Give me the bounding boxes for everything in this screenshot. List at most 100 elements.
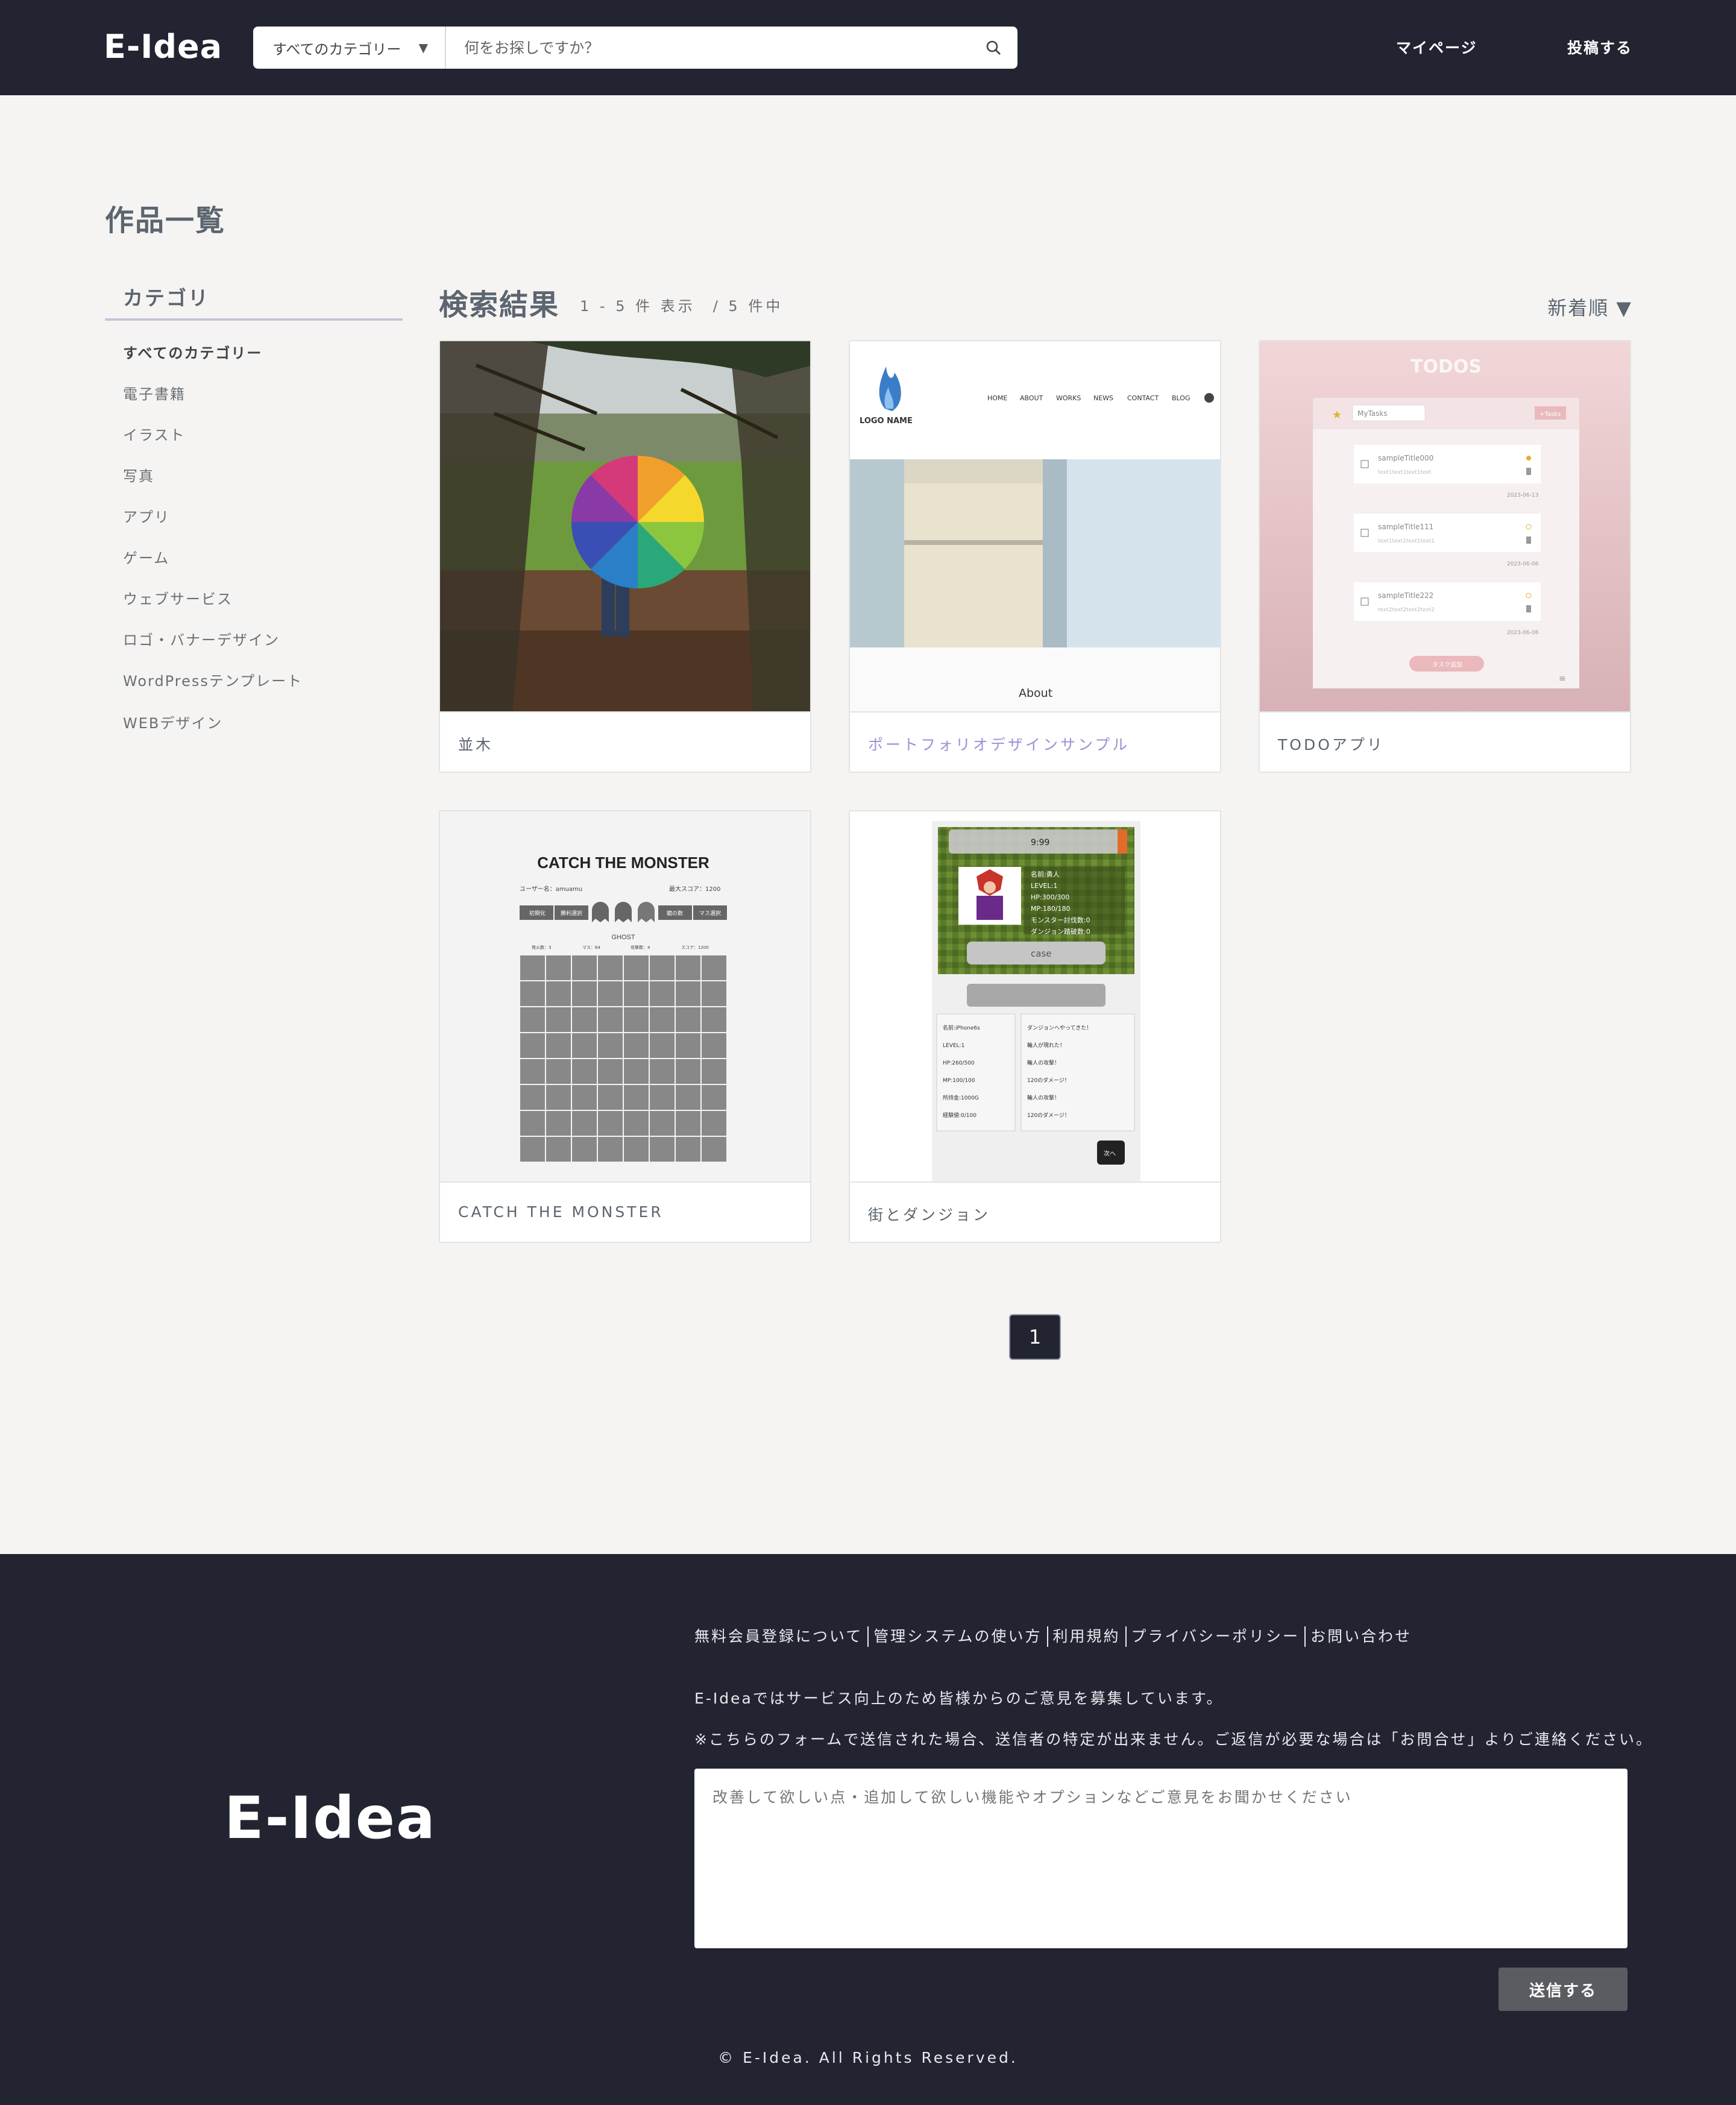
nav-post[interactable]: 投稿する xyxy=(1567,36,1632,58)
sidebar-item-illustration[interactable]: イラスト xyxy=(123,423,186,444)
grid-cell xyxy=(675,1032,702,1059)
svg-text:+Tasks: +Tasks xyxy=(1539,411,1561,418)
sidebar-item-all[interactable]: すべてのカテゴリー xyxy=(123,341,262,362)
svg-text:輪人の攻撃！: 輪人の攻撃！ xyxy=(1027,1094,1060,1101)
svg-text:text1text1text1text: text1text1text1text xyxy=(1378,470,1432,476)
grid-cell xyxy=(649,1006,676,1033)
sidebar-item-ebook[interactable]: 電子書籍 xyxy=(123,382,186,403)
sidebar-item-wordpress[interactable]: WordPressテンプレート xyxy=(123,669,303,690)
search-input[interactable] xyxy=(446,27,969,69)
sidebar-item-game[interactable]: ゲーム xyxy=(123,546,169,567)
work-thumbnail[interactable]: CATCH THE MONSTER ユーザー名：amuamu 最大スコア：120… xyxy=(440,811,810,1183)
grid-cell xyxy=(545,980,572,1007)
footer-link-privacy[interactable]: プライバシーポリシー xyxy=(1125,1626,1305,1647)
grid-cell xyxy=(623,1110,650,1137)
grid-cell xyxy=(649,1110,676,1137)
pagination-page-1[interactable]: 1 xyxy=(1009,1314,1061,1360)
grid-cell xyxy=(649,1136,676,1163)
svg-text:ダンジョンへやってきた！: ダンジョンへやってきた！ xyxy=(1027,1024,1092,1031)
grid-cell xyxy=(545,1136,572,1163)
sidebar-item-webservice[interactable]: ウェブサービス xyxy=(123,587,233,608)
grid-cell xyxy=(623,954,650,981)
submit-button[interactable]: 送信する xyxy=(1499,1968,1628,2011)
grid-cell xyxy=(597,1136,624,1163)
svg-text:case: case xyxy=(1031,948,1051,959)
grid-cell xyxy=(700,1032,728,1059)
sidebar-title: カテゴリ xyxy=(123,286,210,310)
work-card[interactable]: CATCH THE MONSTER ユーザー名：amuamu 最大スコア：120… xyxy=(439,810,811,1243)
sidebar-item-photo[interactable]: 写真 xyxy=(123,464,154,485)
work-title[interactable]: ポートフォリオデザインサンプル xyxy=(868,733,1130,755)
svg-text:輪人の攻撃！: 輪人の攻撃！ xyxy=(1027,1059,1060,1066)
work-card[interactable]: 9:99 名前:勇人 LEVEL:1 HP:300/300 MP:180/180… xyxy=(849,810,1221,1243)
work-thumbnail[interactable]: TODOS ★ MyTasks +Tasks sampleTitle000 te… xyxy=(1260,341,1630,713)
work-title[interactable]: 街とダンジョン xyxy=(868,1203,990,1225)
svg-text:WORKS: WORKS xyxy=(1056,394,1081,402)
category-select[interactable]: すべてのカテゴリー ▼ xyxy=(253,27,446,69)
svg-text:★: ★ xyxy=(1332,409,1342,421)
search-icon xyxy=(986,40,1001,55)
grid-cell xyxy=(623,1058,650,1085)
footer-link-terms[interactable]: 利用規約 xyxy=(1046,1626,1125,1647)
grid-cell xyxy=(675,1136,702,1163)
grid-cell xyxy=(597,1110,624,1137)
svg-text:ダンジョン踏破数:0: ダンジョン踏破数:0 xyxy=(1031,927,1090,936)
work-card[interactable]: 並木 xyxy=(439,340,811,773)
sidebar-item-app[interactable]: アプリ xyxy=(123,505,170,526)
footer-links: 無料会員登録について 管理システムの使い方 利用規約 プライバシーポリシー お問… xyxy=(694,1626,1417,1647)
sort-select[interactable]: 新着順 ▼ xyxy=(1547,293,1632,321)
grid-cell xyxy=(675,954,702,981)
grid-cell xyxy=(571,1058,598,1085)
category-select-label: すべてのカテゴリー xyxy=(272,40,401,58)
svg-text:text1text1text1text1: text1text1text1text1 xyxy=(1378,538,1435,544)
svg-text:sampleTitle111: sampleTitle111 xyxy=(1378,523,1433,531)
work-thumbnail[interactable]: LOGO NAME HOME ABOUT WORKS NEWS CONTACT … xyxy=(850,341,1220,713)
svg-text:勝利選択: 勝利選択 xyxy=(561,910,582,917)
work-title[interactable]: 並木 xyxy=(458,733,493,755)
feedback-textarea[interactable] xyxy=(694,1769,1628,1948)
grid-cell xyxy=(700,1110,728,1137)
svg-text:マス：64: マス：64 xyxy=(582,945,600,950)
grid-cell xyxy=(675,980,702,1007)
grid-cell xyxy=(700,1136,728,1163)
grid-cell xyxy=(649,1084,676,1111)
grid-cell xyxy=(597,1084,624,1111)
chevron-down-icon: ▼ xyxy=(418,40,428,55)
search-button[interactable] xyxy=(969,27,1017,69)
svg-text:HOME: HOME xyxy=(987,394,1007,402)
work-thumbnail[interactable] xyxy=(440,341,810,713)
site-logo[interactable]: E-Idea xyxy=(104,28,222,66)
site-footer: E-Idea 無料会員登録について 管理システムの使い方 利用規約 プライバシー… xyxy=(0,1554,1736,2105)
footer-logo[interactable]: E-Idea xyxy=(224,1784,436,1852)
grid-cell xyxy=(597,1006,624,1033)
footer-link-register[interactable]: 無料会員登録について xyxy=(694,1626,867,1647)
work-title[interactable]: CATCH THE MONSTER xyxy=(458,1203,664,1221)
svg-text:経験値:0/100: 経験値:0/100 xyxy=(943,1112,976,1119)
sidebar-item-webdesign[interactable]: WEBデザイン xyxy=(123,711,222,732)
svg-text:マス選択: マス選択 xyxy=(699,910,721,917)
svg-text:MyTasks: MyTasks xyxy=(1357,409,1388,418)
svg-text:タスク追加: タスク追加 xyxy=(1432,661,1462,669)
svg-text:HP:300/300: HP:300/300 xyxy=(1031,893,1069,901)
work-card[interactable]: TODOS ★ MyTasks +Tasks sampleTitle000 te… xyxy=(1259,340,1631,773)
grid-cell xyxy=(519,1006,546,1033)
work-title[interactable]: TODOアプリ xyxy=(1278,733,1385,755)
grid-cell xyxy=(545,1032,572,1059)
nav-mypage[interactable]: マイページ xyxy=(1396,36,1477,58)
svg-text:次へ: 次へ xyxy=(1104,1150,1116,1157)
sidebar-item-logo-banner[interactable]: ロゴ・バナーデザイン xyxy=(123,628,280,649)
grid-cell xyxy=(675,1110,702,1137)
grid-cell xyxy=(571,1136,598,1163)
grid-cell xyxy=(623,1136,650,1163)
svg-text:NEWS: NEWS xyxy=(1093,394,1113,402)
grid-cell xyxy=(700,1006,728,1033)
svg-text:所持金:1000G: 所持金:1000G xyxy=(943,1094,979,1101)
work-card[interactable]: LOGO NAME HOME ABOUT WORKS NEWS CONTACT … xyxy=(849,340,1221,773)
footer-link-contact[interactable]: お問い合わせ xyxy=(1304,1626,1417,1647)
grid-cell xyxy=(571,1084,598,1111)
grid-cell xyxy=(649,1058,676,1085)
footer-link-howto[interactable]: 管理システムの使い方 xyxy=(867,1626,1046,1647)
svg-text:最大スコア：1200: 最大スコア：1200 xyxy=(669,885,720,893)
work-thumbnail[interactable]: 9:99 名前:勇人 LEVEL:1 HP:300/300 MP:180/180… xyxy=(850,811,1220,1183)
svg-text:TODOS: TODOS xyxy=(1410,356,1482,377)
